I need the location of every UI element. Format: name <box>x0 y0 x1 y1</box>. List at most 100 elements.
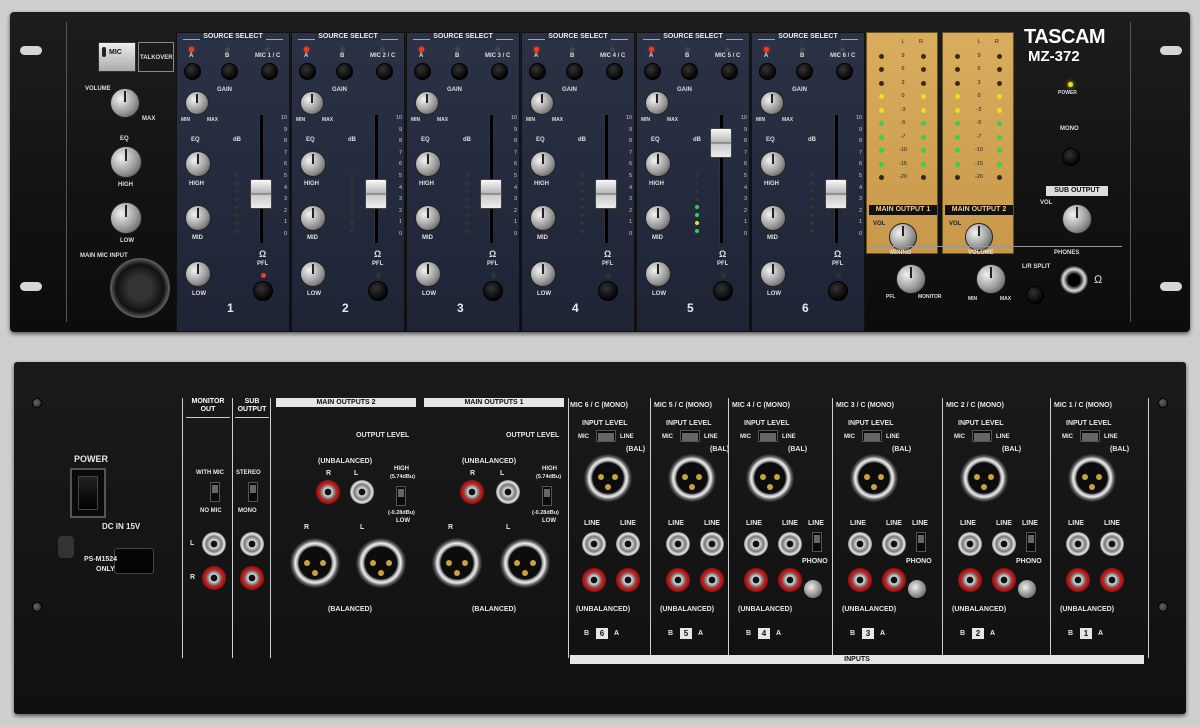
eq-high-knob[interactable] <box>300 151 326 177</box>
power-switch[interactable] <box>70 468 106 518</box>
main-out-2-r-rca[interactable] <box>316 480 340 504</box>
mic-xlr-jack[interactable] <box>668 454 716 502</box>
dc-in-jack[interactable] <box>114 548 154 574</box>
main-mic-eq-high-knob[interactable] <box>110 146 142 178</box>
pfl-button[interactable] <box>483 281 503 301</box>
phono-switch[interactable] <box>812 532 822 552</box>
line-l-a-jack[interactable] <box>1066 532 1090 556</box>
eq-mid-knob[interactable] <box>645 205 671 231</box>
eq-low-knob[interactable] <box>185 261 211 287</box>
main-out-2-r-xlr[interactable] <box>290 538 340 588</box>
ground-terminal[interactable] <box>1018 580 1036 598</box>
mic-xlr-jack[interactable] <box>746 454 794 502</box>
main-out-1-level-switch[interactable] <box>542 486 552 506</box>
eq-high-knob[interactable] <box>530 151 556 177</box>
phono-switch[interactable] <box>916 532 926 552</box>
source-b-button[interactable] <box>221 63 238 80</box>
channel-fader[interactable] <box>825 179 847 210</box>
main-out-2-l-rca[interactable] <box>350 480 374 504</box>
gain-knob[interactable] <box>760 91 784 115</box>
phones-volume-knob[interactable] <box>976 264 1006 294</box>
main-mic-input-jack[interactable] <box>110 258 170 318</box>
line-l-b-jack[interactable] <box>700 532 724 556</box>
sub-output-l-jack[interactable] <box>240 532 264 556</box>
input-level-switch[interactable] <box>596 430 616 442</box>
line-r-a-jack[interactable] <box>848 568 872 592</box>
sub-output-r-jack[interactable] <box>240 566 264 590</box>
mic-xlr-jack[interactable] <box>960 454 1008 502</box>
eq-low-knob[interactable] <box>530 261 556 287</box>
source-b-button[interactable] <box>566 63 583 80</box>
pfl-button[interactable] <box>713 281 733 301</box>
mixing-knob[interactable] <box>896 264 926 294</box>
monitor-out-r-jack[interactable] <box>202 566 226 590</box>
line-r-a-jack[interactable] <box>744 568 768 592</box>
main-out-1-r-xlr[interactable] <box>432 538 482 588</box>
line-l-a-jack[interactable] <box>958 532 982 556</box>
line-l-a-jack[interactable] <box>666 532 690 556</box>
main-out-1-l-rca[interactable] <box>496 480 520 504</box>
eq-high-knob[interactable] <box>645 151 671 177</box>
main-out-1-r-rca[interactable] <box>460 480 484 504</box>
main-out-2-l-xlr[interactable] <box>356 538 406 588</box>
source-b-button[interactable] <box>451 63 468 80</box>
line-l-b-jack[interactable] <box>1100 532 1124 556</box>
gain-knob[interactable] <box>415 91 439 115</box>
eq-mid-knob[interactable] <box>760 205 786 231</box>
line-r-b-jack[interactable] <box>616 568 640 592</box>
mic-xlr-jack[interactable] <box>850 454 898 502</box>
channel-fader[interactable] <box>250 179 272 210</box>
sub-output-vol-knob[interactable] <box>1062 204 1092 234</box>
phono-switch[interactable] <box>1026 532 1036 552</box>
phones-jack[interactable] <box>1060 266 1088 294</box>
eq-low-knob[interactable] <box>645 261 671 287</box>
monitor-out-l-jack[interactable] <box>202 532 226 556</box>
ground-terminal[interactable] <box>908 580 926 598</box>
source-a-button[interactable] <box>529 63 546 80</box>
source-a-button[interactable] <box>414 63 431 80</box>
input-level-switch[interactable] <box>1080 430 1100 442</box>
mic-xlr-jack[interactable] <box>1068 454 1116 502</box>
monitor-mic-switch[interactable] <box>210 482 220 502</box>
source-b-button[interactable] <box>681 63 698 80</box>
source-mic-button[interactable] <box>836 63 853 80</box>
main-out-2-level-switch[interactable] <box>396 486 406 506</box>
channel-fader[interactable] <box>595 179 617 210</box>
line-l-b-jack[interactable] <box>882 532 906 556</box>
line-r-a-jack[interactable] <box>1066 568 1090 592</box>
eq-low-knob[interactable] <box>300 261 326 287</box>
eq-mid-knob[interactable] <box>530 205 556 231</box>
source-mic-button[interactable] <box>721 63 738 80</box>
source-mic-button[interactable] <box>376 63 393 80</box>
line-r-b-jack[interactable] <box>882 568 906 592</box>
pfl-button[interactable] <box>598 281 618 301</box>
source-a-button[interactable] <box>184 63 201 80</box>
source-mic-button[interactable] <box>491 63 508 80</box>
eq-low-knob[interactable] <box>760 261 786 287</box>
line-r-a-jack[interactable] <box>582 568 606 592</box>
line-l-a-jack[interactable] <box>848 532 872 556</box>
pfl-button[interactable] <box>828 281 848 301</box>
line-r-a-jack[interactable] <box>666 568 690 592</box>
eq-high-knob[interactable] <box>760 151 786 177</box>
eq-mid-knob[interactable] <box>415 205 441 231</box>
input-level-switch[interactable] <box>758 430 778 442</box>
mono-button[interactable] <box>1062 148 1080 166</box>
pfl-button[interactable] <box>253 281 273 301</box>
line-r-a-jack[interactable] <box>958 568 982 592</box>
main-mic-volume-knob[interactable] <box>110 88 140 118</box>
source-a-button[interactable] <box>759 63 776 80</box>
lr-split-button[interactable] <box>1026 286 1044 304</box>
source-mic-button[interactable] <box>261 63 278 80</box>
talkover-button[interactable]: TALKOVER <box>138 42 174 72</box>
eq-mid-knob[interactable] <box>300 205 326 231</box>
gain-knob[interactable] <box>185 91 209 115</box>
line-r-b-jack[interactable] <box>700 568 724 592</box>
eq-low-knob[interactable] <box>415 261 441 287</box>
source-b-button[interactable] <box>336 63 353 80</box>
line-r-b-jack[interactable] <box>1100 568 1124 592</box>
mic-button[interactable]: MIC <box>98 42 136 72</box>
line-l-b-jack[interactable] <box>616 532 640 556</box>
input-level-switch[interactable] <box>862 430 882 442</box>
mic-xlr-jack[interactable] <box>584 454 632 502</box>
